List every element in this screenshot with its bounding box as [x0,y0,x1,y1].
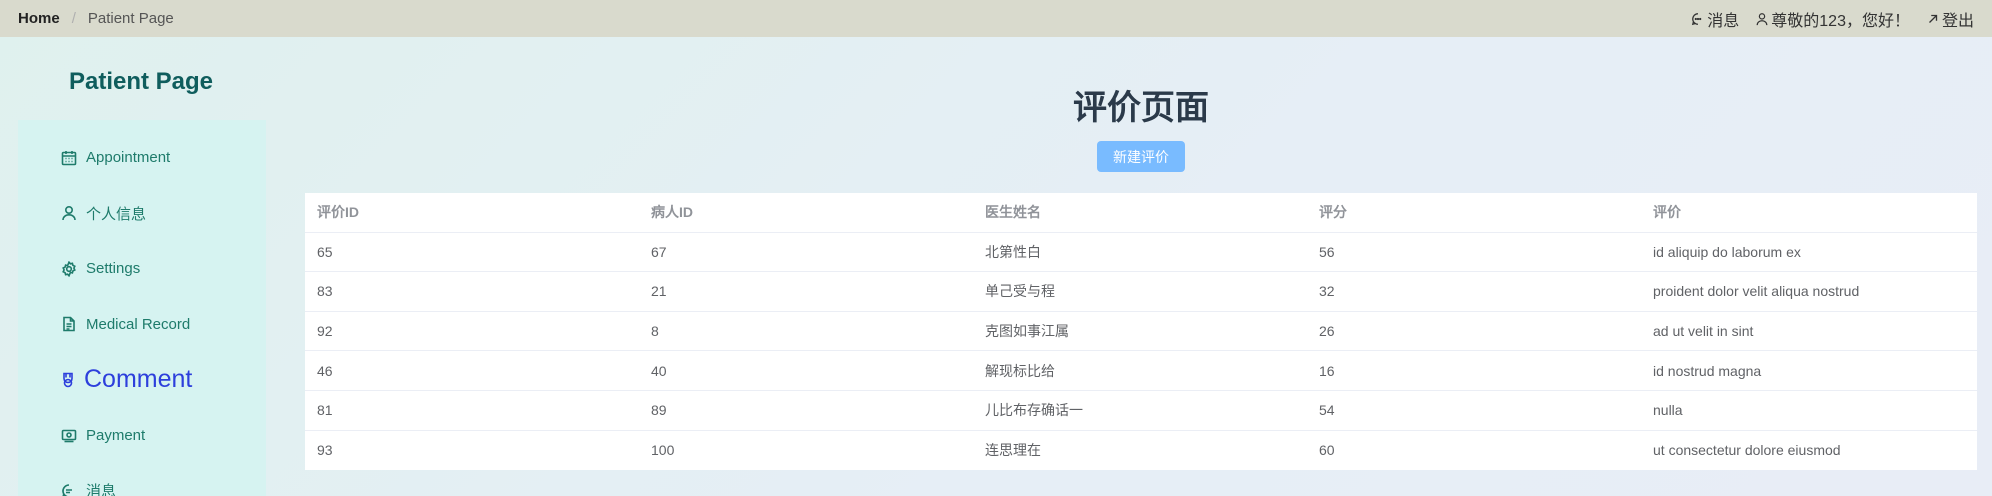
table-cell: 克图如事江属 [985,323,1069,340]
sidebar-item-label: Appointment [86,149,171,167]
money-icon [61,429,77,443]
table-cell: ad ut velit in sint [1653,323,1754,340]
table-cell: id aliquip do laborum ex [1653,243,1801,260]
table-cell: proident dolor velit aliqua nostrud [1653,283,1860,300]
table-cell: nulla [1653,402,1683,419]
arrow-up-right-icon [1929,14,1938,23]
gear-icon [62,260,76,277]
sidebar-item-messages[interactable]: 消息 [18,463,266,496]
top-bar: Home / Patient Page 消息 尊敬的123，您好！ 登出 [0,0,1992,37]
table-row[interactable]: 65 67 北第性白 56 id aliquip do laborum ex [305,233,1977,273]
table-cell: 北第性白 [985,243,1041,260]
sidebar-item-label: Comment [84,365,193,394]
sidebar-item-medical-record[interactable]: Medical Record [18,297,266,353]
comments-table: 评价ID 病人ID 医生姓名 评分 评价 65 67 北第性白 56 id al… [305,193,1977,471]
breadcrumb-current: Patient Page [87,10,174,27]
user-icon [62,206,76,221]
breadcrumb-home[interactable]: Home [18,10,60,27]
logout-label: 登出 [1941,12,1974,30]
table-cell: 65 [317,243,333,260]
table-cell: 56 [1319,243,1335,260]
table-cell: 8 [651,323,659,340]
sidebar-item-profile[interactable]: 个人信息 [18,186,266,242]
messages-label: 消息 [1707,12,1740,30]
page-heading: 评价页面 [305,80,1977,129]
sidebar-item-settings[interactable]: Settings [18,241,266,297]
table-cell: 46 [317,362,333,379]
sidebar-item-label: 个人信息 [86,205,147,223]
column-header[interactable]: 评分 [1307,202,1641,222]
chat-icon [62,483,72,496]
page-title: 评价页面 [1073,89,1209,127]
table-row[interactable]: 46 40 解现标比给 16 id nostrud magna [305,351,1977,391]
sidebar-item-label: Payment [86,426,146,444]
table-header-row: 评价ID 病人ID 医生姓名 评分 评价 [305,193,1977,233]
table-cell: 解现标比给 [985,362,1055,379]
messages-link[interactable]: 消息 [1691,7,1739,31]
column-header[interactable]: 医生姓名 [973,202,1307,222]
table-cell: 60 [1319,442,1335,459]
calendar-icon [61,150,77,166]
top-right-actions: 消息 尊敬的123，您好！ 登出 [1675,7,1974,31]
sidebar-item-payment[interactable]: Payment [18,408,266,464]
sidebar-item-label: Medical Record [86,315,191,333]
sidebar-item-label: 消息 [86,483,117,496]
sidebar-item-appointment[interactable]: Appointment [18,130,266,186]
logout-link[interactable]: 登出 [1926,7,1974,31]
table-cell: 67 [651,243,667,260]
breadcrumb: Home / Patient Page [18,10,174,27]
greeting-label: 尊敬的123，您好！ [1771,12,1910,30]
user-greeting[interactable]: 尊敬的123，您好！ [1755,7,1910,31]
sidebar: Appointment 个人信息 Settings Medical Record… [18,120,266,496]
table-cell: 连思理在 [985,442,1041,459]
table-cell: 40 [651,362,667,379]
column-header[interactable]: 病人ID [639,202,973,222]
document-icon [63,316,75,332]
table-row[interactable]: 81 89 儿比布存确话一 54 nulla [305,391,1977,431]
table-cell: 21 [651,283,667,300]
table-cell: 54 [1319,402,1335,419]
table-cell: 81 [317,402,333,419]
table-cell: 100 [651,442,675,459]
table-cell: 儿比布存确话一 [985,402,1083,419]
table-cell: 93 [317,442,333,459]
chat-icon [1692,12,1702,25]
table-row[interactable]: 83 21 单己受与程 32 proident dolor velit aliq… [305,272,1977,312]
table-cell: 26 [1319,323,1335,340]
table-cell: 83 [317,283,333,300]
sidebar-title: Patient Page [68,68,214,95]
table-cell: 单己受与程 [985,283,1055,300]
table-row[interactable]: 92 8 克图如事江属 26 ad ut velit in sint [305,312,1977,352]
table-row[interactable]: 93 100 连思理在 60 ut consectetur dolore eiu… [305,431,1977,471]
table-cell: 32 [1319,283,1335,300]
sidebar-item-label: Settings [86,260,141,278]
column-header[interactable]: 评价 [1641,202,1977,222]
breadcrumb-separator: / [71,10,76,27]
column-header[interactable]: 评价ID [305,202,639,222]
table-cell: 16 [1319,362,1335,379]
table-cell: id nostrud magna [1653,362,1762,379]
table-cell: 92 [317,323,333,340]
new-comment-button[interactable]: 新建评价 [1097,141,1185,172]
table-cell: ut consectetur dolore eiusmod [1653,442,1841,459]
user-icon [1756,12,1768,25]
sidebar-item-comment[interactable]: Comment [18,352,266,408]
table-cell: 89 [651,402,667,419]
medal-icon [63,372,73,388]
